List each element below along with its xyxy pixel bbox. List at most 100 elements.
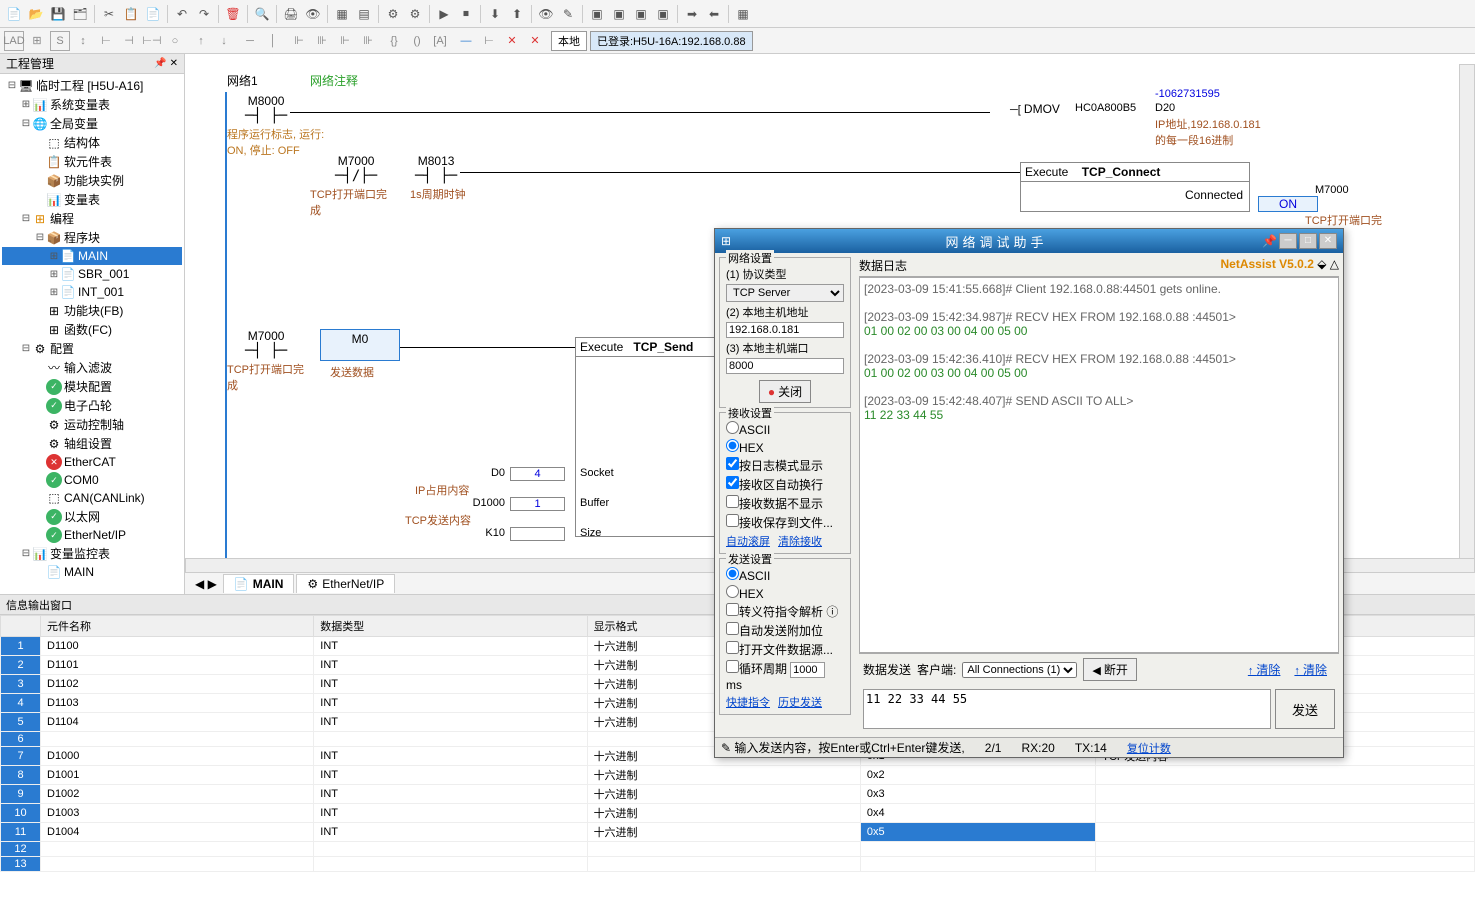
tree-inputfilter[interactable]: 〰输入滤波 <box>2 358 182 377</box>
tree-sysvar[interactable]: ⊞📊系统变量表 <box>2 95 182 114</box>
falling-icon[interactable]: ↓ <box>214 31 234 51</box>
rising-icon[interactable]: ↑ <box>191 31 211 51</box>
disconnect-button[interactable]: ◀ 断开 <box>1083 658 1137 681</box>
grid1-icon[interactable]: ▦ <box>332 4 352 24</box>
openfile-check[interactable]: 打开文件数据源... <box>726 641 844 658</box>
loop-check[interactable]: 循环周期 ms <box>726 660 844 692</box>
tree-ecam[interactable]: ✓电子凸轮 <box>2 396 182 415</box>
pulse1-icon[interactable]: ⊩ <box>289 31 309 51</box>
undo-icon[interactable]: ↶ <box>172 4 192 24</box>
saverecv-check[interactable]: 接收保存到文件... <box>726 514 844 531</box>
search-icon[interactable]: 🔍 <box>252 4 272 24</box>
paste-icon[interactable]: 📄 <box>143 4 163 24</box>
pulse2-icon[interactable]: ⊪ <box>312 31 332 51</box>
arrow-icon[interactable]: ↕ <box>73 31 93 51</box>
pulse3-icon[interactable]: ⊩ <box>335 31 355 51</box>
table-row[interactable]: 11D1004INT十六进制0x5 <box>1 823 1475 842</box>
line-icon[interactable]: — <box>456 31 476 51</box>
table-row[interactable]: 10D1003INT十六进制0x4 <box>1 804 1475 823</box>
fc-icon[interactable]: () <box>407 31 427 51</box>
stop-icon[interactable]: ⏹ <box>456 4 476 24</box>
s-icon[interactable]: S <box>50 31 70 51</box>
tab-nav-icon[interactable]: ◀ ▶ <box>195 577 217 591</box>
grid2-icon[interactable]: ▤ <box>354 4 374 24</box>
minimize-icon[interactable]: ─ <box>1279 233 1297 249</box>
tree-globalvar[interactable]: ⊟🌐全局变量 <box>2 114 182 133</box>
tree-com0[interactable]: ✓COM0 <box>2 471 182 489</box>
st-icon[interactable]: ⊞ <box>27 31 47 51</box>
contact-m8013[interactable]: M8013─┤ ├─ <box>415 154 457 184</box>
log-area[interactable]: [2023-03-09 15:41:55.668]# Client 192.16… <box>859 277 1339 653</box>
shortcut-link[interactable]: 快捷指令 <box>726 697 770 709</box>
reset-link[interactable]: 复位计数 <box>1127 740 1171 756</box>
tool3-icon[interactable]: ▣ <box>631 4 651 24</box>
save-icon[interactable]: 💾 <box>48 4 68 24</box>
send-button[interactable]: 发送 <box>1275 689 1335 729</box>
preview-icon[interactable]: 👁 <box>303 4 323 24</box>
open-icon[interactable]: 📂 <box>26 4 46 24</box>
compile-all-icon[interactable]: ⚙ <box>405 4 425 24</box>
contact3-icon[interactable]: ⊢⊣ <box>142 31 162 51</box>
print-icon[interactable]: 🖨 <box>281 4 301 24</box>
tree-fc[interactable]: ⊞函数(FC) <box>2 320 182 339</box>
compile-icon[interactable]: ⚙ <box>383 4 403 24</box>
col-name[interactable]: 元件名称 <box>41 616 314 637</box>
tree-sbr[interactable]: ⊞📄SBR_001 <box>2 265 182 283</box>
tree-struct[interactable]: ⬚结构体 <box>2 133 182 152</box>
m0-box[interactable]: M0 <box>320 329 400 361</box>
tree-progblock[interactable]: ⊟📦程序块 <box>2 228 182 247</box>
branch-icon[interactable]: ⊢ <box>479 31 499 51</box>
not-icon[interactable]: ✕ <box>502 31 522 51</box>
loop-input[interactable] <box>790 662 825 678</box>
lad-icon[interactable]: LAD <box>4 31 24 51</box>
client-select[interactable]: All Connections (1) <box>962 662 1077 678</box>
login-icon[interactable]: ➡ <box>682 4 702 24</box>
recv-ascii-radio[interactable]: ASCII <box>726 421 844 437</box>
contact-m8000[interactable]: M8000─┤ ├─ <box>245 94 287 124</box>
tool1-icon[interactable]: ▣ <box>587 4 607 24</box>
lbl-icon[interactable]: [A] <box>430 31 450 51</box>
table-row[interactable]: 8D1001INT十六进制0x2 <box>1 766 1475 785</box>
contact2-icon[interactable]: ⊣ <box>119 31 139 51</box>
tree-config[interactable]: ⊟⚙配置 <box>2 339 182 358</box>
clear-link-2[interactable]: ↑ 清除 <box>1294 661 1327 678</box>
table-row[interactable]: 9D1002INT十六进制0x3 <box>1 785 1475 804</box>
history-link[interactable]: 历史发送 <box>778 697 822 709</box>
proto-select[interactable]: TCP Server <box>726 284 844 302</box>
new-icon[interactable]: 📄 <box>4 4 24 24</box>
tree-ethernet[interactable]: ✓以太网 <box>2 507 182 526</box>
close-icon[interactable]: ✕ <box>1319 233 1337 249</box>
cut-icon[interactable]: ✂ <box>99 4 119 24</box>
vscroll[interactable] <box>1459 64 1475 584</box>
edit-icon[interactable]: ✎ <box>558 4 578 24</box>
upload-icon[interactable]: ⬆ <box>507 4 527 24</box>
netassist-window[interactable]: ⊞ 网络调试助手 📌 ─ □ ✕ 网络设置 (1) 协议类型 TCP Serve… <box>714 228 1344 758</box>
table-row[interactable]: 13 <box>1 857 1475 872</box>
tab-main[interactable]: 📄MAIN <box>223 574 295 593</box>
send-ascii-radio[interactable]: ASCII <box>726 567 844 583</box>
tree-program[interactable]: ⊟⊞编程 <box>2 209 182 228</box>
clear-link[interactable]: ↑ 清除 <box>1248 661 1281 678</box>
pulse4-icon[interactable]: ⊪ <box>358 31 378 51</box>
netassist-titlebar[interactable]: ⊞ 网络调试助手 📌 ─ □ ✕ <box>715 229 1343 253</box>
tree-axiscfg[interactable]: ⚙轴组设置 <box>2 434 182 453</box>
port-input[interactable] <box>726 358 844 374</box>
logout-icon[interactable]: ⬅ <box>704 4 724 24</box>
table-row[interactable]: 12 <box>1 842 1475 857</box>
recv-hex-radio[interactable]: HEX <box>726 439 844 455</box>
help-icon[interactable]: ▦ <box>733 4 753 24</box>
tree-enip[interactable]: ✓EtherNet/IP <box>2 526 182 544</box>
del-icon[interactable]: ✕ <box>525 31 545 51</box>
send-textarea[interactable] <box>863 689 1271 729</box>
fb-tcp-connect[interactable]: Execute TCP_Connect Connected <box>1020 162 1250 212</box>
autoappend-check[interactable]: 自动发送附加位 <box>726 622 844 639</box>
close-button[interactable]: ● 关闭 <box>759 380 811 403</box>
tab-enip[interactable]: ⚙EtherNet/IP <box>296 574 395 593</box>
tree-main[interactable]: ⊞📄MAIN <box>2 247 182 265</box>
coil-icon[interactable]: ○ <box>165 31 185 51</box>
escape-check[interactable]: 转义符指令解析 ⓘ <box>726 603 844 620</box>
tree-root[interactable]: ⊟🖥临时工程 [H5U-A16] <box>2 76 182 95</box>
maximize-icon[interactable]: □ <box>1299 233 1317 249</box>
contact-m7000-2[interactable]: M7000─┤ ├─ <box>245 329 287 359</box>
run-icon[interactable]: ▶ <box>434 4 454 24</box>
